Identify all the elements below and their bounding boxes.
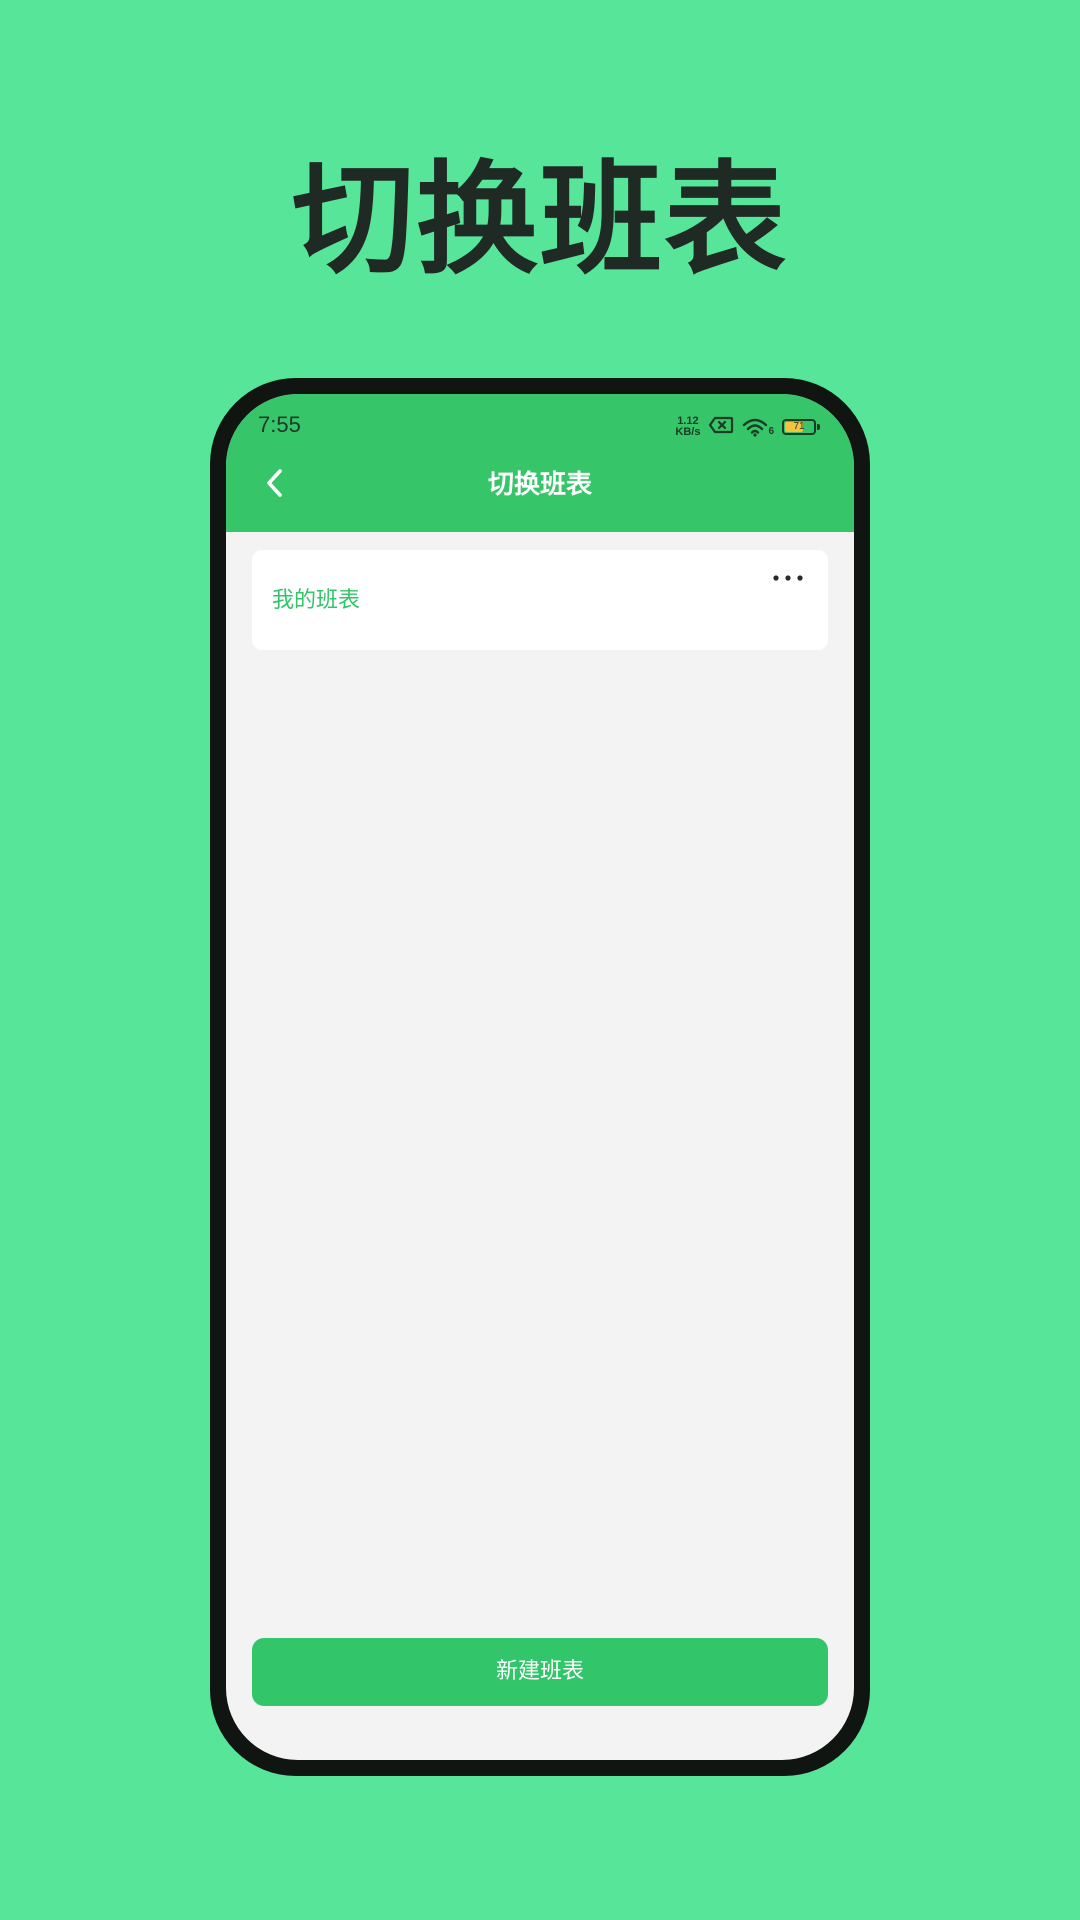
- phone-screen: 7:55 1.12 KB/s 6 71 切换班表 我的班表 新建班表: [226, 394, 854, 1760]
- promo-headline: 切换班表: [292, 149, 788, 291]
- network-speed-unit: KB/s: [675, 426, 701, 438]
- status-icons: 1.12 KB/s 6 71: [675, 414, 820, 440]
- timetable-name: 我的班表: [272, 588, 361, 613]
- battery-icon: 71: [782, 419, 820, 435]
- battery-level: 71: [793, 421, 805, 432]
- wifi-label: 6: [768, 426, 774, 437]
- page-title: 切换班表: [487, 470, 592, 500]
- more-options-button[interactable]: [768, 566, 808, 586]
- wifi-icon: 6: [742, 417, 774, 437]
- more-horizontal-icon: [772, 567, 804, 586]
- battery-nub: [817, 424, 820, 430]
- timetable-card[interactable]: 我的班表: [252, 550, 828, 650]
- app-header: 7:55 1.12 KB/s 6 71 切换班表: [226, 394, 854, 532]
- status-time: 7:55: [258, 412, 301, 437]
- sim-off-icon: [708, 415, 734, 439]
- phone-frame: 7:55 1.12 KB/s 6 71 切换班表 我的班表 新建班表: [210, 378, 870, 1776]
- new-timetable-button[interactable]: 新建班表: [252, 1638, 828, 1706]
- network-speed: 1.12 KB/s: [675, 416, 700, 438]
